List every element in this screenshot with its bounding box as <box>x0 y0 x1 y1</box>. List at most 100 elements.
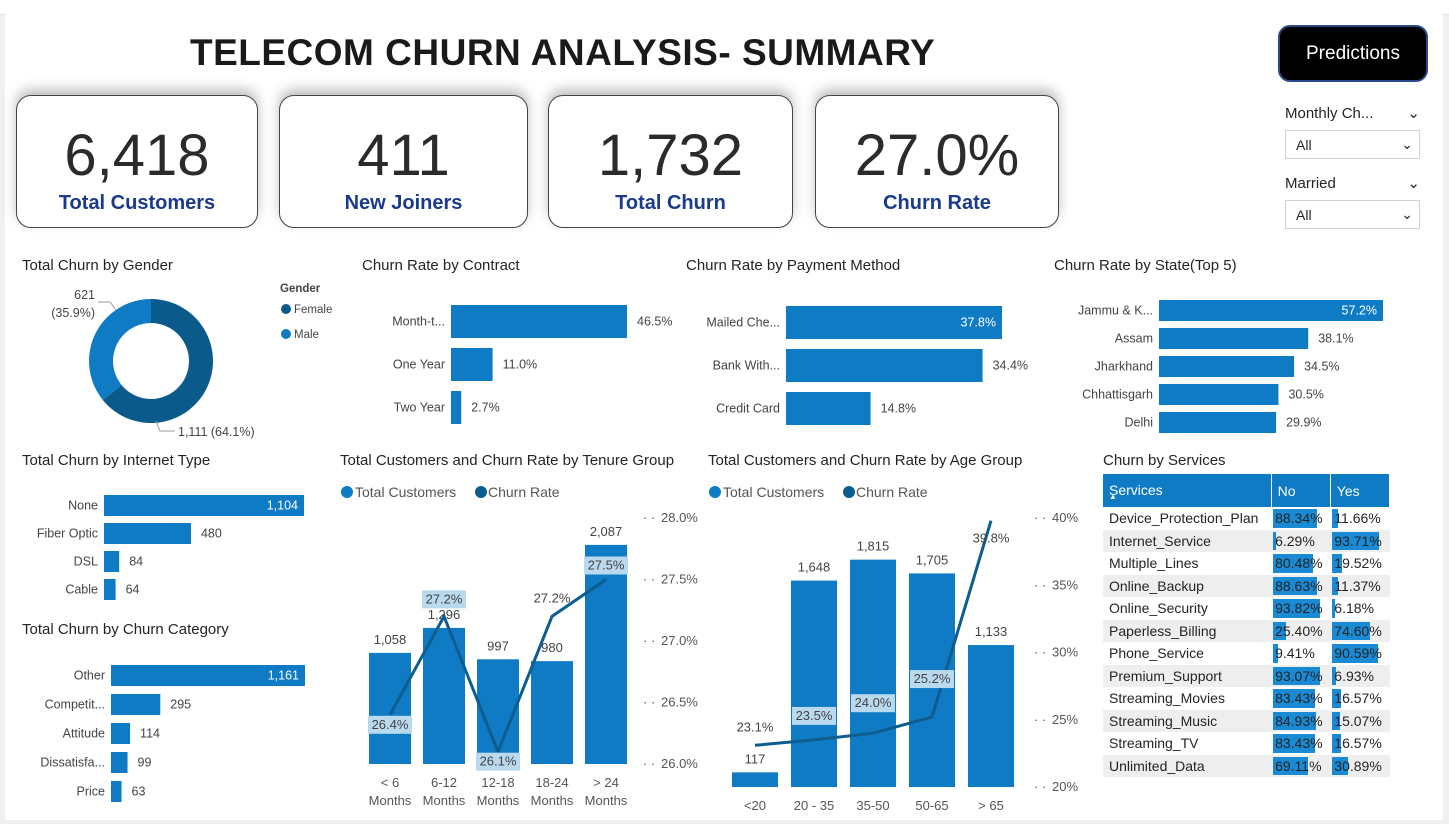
churn-yes-cell: 19.52% <box>1330 552 1389 575</box>
cell-value: 83.43% <box>1275 690 1323 707</box>
slicer-value: All <box>1296 136 1312 153</box>
chart-title-state: Churn Rate by State(Top 5) <box>1054 257 1237 274</box>
churn-no-cell: 80.48% <box>1271 552 1330 575</box>
cell-value: 88.63% <box>1275 577 1323 594</box>
table-row[interactable]: Device_Protection_Plan 88.34% 11.66% <box>1103 507 1390 530</box>
cell-value: 15.07% <box>1334 712 1382 729</box>
chevron-down-icon[interactable]: ⌄ <box>1407 174 1420 192</box>
cell-value: 93.71% <box>1334 532 1382 549</box>
churn-yes-cell: 16.57% <box>1330 732 1389 755</box>
chart-title-internet: Total Churn by Internet Type <box>22 452 211 469</box>
table-row[interactable]: Online_Security 93.82% 6.18% <box>1103 597 1390 620</box>
service-name: Paperless_Billing <box>1103 619 1272 642</box>
table-row[interactable]: Paperless_Billing 25.40% 74.60% <box>1103 619 1390 642</box>
cell-value: 84.93% <box>1275 712 1323 729</box>
kpi-label: Total Churn <box>615 192 726 214</box>
churn-no-cell: 84.93% <box>1271 709 1331 732</box>
cell-value: 19.52% <box>1334 555 1382 572</box>
service-name: Phone_Service <box>1109 645 1204 662</box>
kpi-value: 27.0% <box>854 123 1020 188</box>
chevron-down-icon: ⌄ <box>1401 206 1413 222</box>
column-header-services[interactable]: Services ▲ <box>1103 474 1272 507</box>
chart-title-age: Total Customers and Churn Rate by Age Gr… <box>708 452 1023 469</box>
churn-yes-cell: 11.37% <box>1330 574 1390 597</box>
chevron-down-icon: ⌄ <box>1401 136 1413 152</box>
churn-no-cell: 88.34% <box>1271 507 1330 530</box>
column-header-no[interactable]: No <box>1271 474 1331 507</box>
cell-value: 16.57% <box>1334 690 1382 707</box>
cell-value: 6.93% <box>1334 667 1374 684</box>
slicer-married: Married ⌄ All ⌄ <box>1285 172 1420 229</box>
chart-title-tenure: Total Customers and Churn Rate by Tenure… <box>340 452 675 469</box>
cell-value: 6.29% <box>1275 532 1315 549</box>
kpi-label: Churn Rate <box>883 192 991 214</box>
table-row[interactable]: Multiple_Lines 80.48% 19.52% <box>1103 552 1390 575</box>
churn-no-cell: 25.40% <box>1271 619 1331 642</box>
churn-yes-cell: 16.57% <box>1330 687 1389 710</box>
cell-value: 88.34% <box>1275 510 1323 527</box>
slicer-monthly-charge: Monthly Ch... ⌄ All ⌄ <box>1285 102 1420 159</box>
churn-yes-cell: 90.59% <box>1330 642 1389 665</box>
service-name: Online_Security <box>1109 600 1208 617</box>
table-row[interactable]: Premium_Support 93.07% 6.93% <box>1103 664 1390 687</box>
service-name: Streaming_Music <box>1103 709 1272 732</box>
kpi-card-total-customers: 6,418 Total Customers <box>16 95 258 228</box>
churn-yes-cell: 30.89% <box>1330 754 1390 777</box>
churn-yes-cell: 93.71% <box>1330 529 1390 552</box>
service-name: Online_Backup <box>1103 574 1272 597</box>
churn-no-cell: 69.11% <box>1271 754 1331 777</box>
chart-title-payment: Churn Rate by Payment Method <box>686 257 901 274</box>
table-row[interactable]: Internet_Service 6.29% 93.71% <box>1103 529 1390 552</box>
cell-value: 25.40% <box>1275 622 1323 639</box>
chart-title-category: Total Churn by Churn Category <box>22 621 229 638</box>
churn-no-cell: 88.63% <box>1271 574 1331 597</box>
cell-value: 11.66% <box>1334 510 1381 527</box>
cell-value: 93.82% <box>1275 600 1323 617</box>
chart-title-services: Churn by Services <box>1103 452 1226 469</box>
slicer-dropdown[interactable]: All ⌄ <box>1285 200 1420 229</box>
slicer-label: Monthly Ch... <box>1285 104 1374 122</box>
cell-value: 69.11% <box>1275 757 1322 774</box>
cell-value: 93.07% <box>1275 667 1323 684</box>
chart-title-gender: Total Churn by Gender <box>22 257 173 274</box>
kpi-value: 1,732 <box>597 123 744 188</box>
predictions-button[interactable]: Predictions <box>1278 25 1428 82</box>
table-row[interactable]: Streaming_Movies 83.43% 16.57% <box>1103 687 1390 710</box>
cell-value: 90.59% <box>1334 645 1382 662</box>
kpi-card-total-churn: 1,732 Total Churn <box>548 95 793 228</box>
churn-no-cell: 9.41% <box>1271 642 1330 665</box>
cell-value: 11.37% <box>1334 577 1381 594</box>
kpi-card-new-joiners: 411 New Joiners <box>279 95 528 228</box>
cell-value: 74.60% <box>1334 622 1382 639</box>
cell-value: 16.57% <box>1334 735 1382 752</box>
table-row[interactable]: Unlimited_Data 69.11% 30.89% <box>1103 754 1390 777</box>
top-bar <box>0 0 1449 15</box>
slicer-value: All <box>1296 206 1312 223</box>
services-table: Services ▲ No Yes Device_Protection_Plan 8… <box>1103 474 1391 777</box>
chart-title-contract: Churn Rate by Contract <box>362 257 520 274</box>
service-name: Multiple_Lines <box>1109 555 1199 572</box>
service-name: Streaming_TV <box>1109 735 1199 752</box>
service-name: Premium_Support <box>1103 664 1272 687</box>
churn-yes-cell: 6.93% <box>1330 664 1390 687</box>
table-row[interactable]: Streaming_TV 83.43% 16.57% <box>1103 732 1390 755</box>
slicer-dropdown[interactable]: All ⌄ <box>1285 130 1420 159</box>
page-title: TELECOM CHURN ANALYSIS- SUMMARY <box>190 32 936 73</box>
kpi-value: 411 <box>357 123 450 188</box>
service-name: Device_Protection_Plan <box>1109 510 1259 527</box>
slicer-label: Married <box>1285 174 1336 192</box>
table-row[interactable]: Streaming_Music 84.93% 15.07% <box>1103 709 1390 732</box>
churn-no-cell: 83.43% <box>1271 687 1330 710</box>
dashboard-canvas: TELECOM CHURN ANALYSIS- SUMMARY Predicti… <box>0 0 1449 824</box>
table-row[interactable]: Phone_Service 9.41% 90.59% <box>1103 642 1390 665</box>
cell-value: 30.89% <box>1334 757 1382 774</box>
cell-value: 6.18% <box>1334 600 1374 617</box>
column-header-yes[interactable]: Yes <box>1330 474 1391 507</box>
churn-no-cell: 93.07% <box>1271 664 1331 687</box>
churn-yes-cell: 15.07% <box>1330 709 1390 732</box>
cell-value: 83.43% <box>1275 735 1323 752</box>
chevron-down-icon[interactable]: ⌄ <box>1407 104 1420 122</box>
table-row[interactable]: Online_Backup 88.63% 11.37% <box>1103 574 1390 597</box>
cell-value: 9.41% <box>1275 645 1315 662</box>
churn-no-cell: 93.82% <box>1271 597 1330 620</box>
